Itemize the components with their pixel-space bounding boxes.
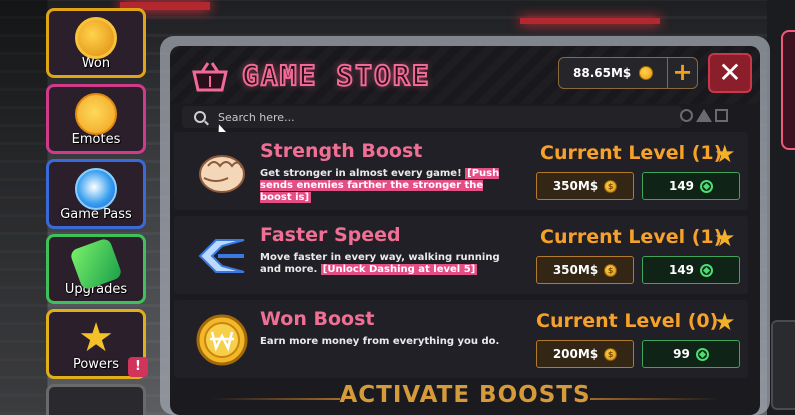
won-coin-icon xyxy=(196,314,248,366)
search-bar[interactable] xyxy=(182,106,682,128)
store-item-strength-boost: Strength Boost Get stronger in almost ev… xyxy=(174,132,748,210)
triangle-icon xyxy=(696,109,712,122)
page-title: GAME STORE xyxy=(241,58,431,93)
sidebar-item-upgrades[interactable]: Upgrades xyxy=(46,234,146,304)
circle-icon xyxy=(680,109,693,122)
robux-icon xyxy=(695,347,709,361)
star-icon: ★ xyxy=(714,308,736,336)
add-currency-button[interactable]: + xyxy=(667,58,697,88)
sidebar-item-emotes[interactable]: Emotes xyxy=(46,84,146,154)
coin-icon: $ xyxy=(604,347,618,361)
current-level: Current Level (1) xyxy=(540,226,723,248)
buy-with-coins-button[interactable]: 350M$ $ xyxy=(536,256,634,284)
buy-with-robux-button[interactable]: 149 xyxy=(642,172,740,200)
buy-with-robux-button[interactable]: 99 xyxy=(642,340,740,368)
item-name: Won Boost xyxy=(260,308,375,330)
robux-icon xyxy=(700,263,714,277)
price-value: 200M$ xyxy=(552,347,599,361)
notification-badge: ! xyxy=(128,357,148,377)
item-name: Faster Speed xyxy=(260,224,401,246)
current-level: Current Level (1) xyxy=(540,142,723,164)
store-item-won-boost: Won Boost Earn more money from everythin… xyxy=(174,300,748,378)
price-value: 149 xyxy=(668,179,695,193)
game-pass-icon xyxy=(75,168,117,210)
background-neon-beam xyxy=(520,18,660,24)
search-icon xyxy=(194,111,206,123)
price-value: 99 xyxy=(673,347,690,361)
item-description: Move faster in every way, walking runnin… xyxy=(260,252,510,276)
buy-with-coins-button[interactable]: 350M$ $ xyxy=(536,172,634,200)
robux-icon xyxy=(700,179,714,193)
search-input[interactable] xyxy=(218,110,658,124)
item-name: Strength Boost xyxy=(260,140,423,162)
item-description: Earn more money from everything you do. xyxy=(260,336,510,348)
current-level: Current Level (0) xyxy=(536,310,719,332)
store-item-faster-speed: Faster Speed Move faster in every way, w… xyxy=(174,216,748,294)
star-icon: ★ xyxy=(78,315,114,361)
square-icon xyxy=(715,109,728,122)
basket-icon xyxy=(192,62,228,92)
won-coin-icon xyxy=(75,17,117,59)
game-store-panel: GAME STORE 88.65M$ + ✕ Strength Boost Ge… xyxy=(170,46,760,415)
star-icon: ★ xyxy=(714,140,736,168)
price-value: 350M$ xyxy=(552,263,599,277)
buy-with-robux-button[interactable]: 149 xyxy=(642,256,740,284)
sidebar-item-game-pass[interactable]: Game Pass xyxy=(46,159,146,229)
side-panel-edge-lower[interactable] xyxy=(771,320,795,410)
sidebar-item-won[interactable]: Won xyxy=(46,8,146,78)
price-value: 149 xyxy=(668,263,695,277)
coin-icon xyxy=(639,66,654,80)
price-value: 350M$ xyxy=(552,179,599,193)
fist-icon xyxy=(199,155,245,193)
coin-icon: $ xyxy=(604,263,618,277)
emote-face-icon xyxy=(75,93,117,135)
buy-with-coins-button[interactable]: 200M$ $ xyxy=(536,340,634,368)
side-panel-edge[interactable] xyxy=(781,30,795,150)
item-description-text: Get stronger in almost every game! xyxy=(260,168,462,179)
sidebar-item-more[interactable] xyxy=(46,384,146,415)
balance-value: 88.65M$ xyxy=(573,66,632,80)
activate-boosts-heading[interactable]: ACTIVATE BOOSTS xyxy=(170,382,760,415)
balance-display: 88.65M$ + xyxy=(558,57,698,89)
star-icon: ★ xyxy=(714,224,736,252)
close-button[interactable]: ✕ xyxy=(708,53,752,93)
item-description-text: Earn more money from everything you do. xyxy=(260,336,500,347)
item-description: Get stronger in almost every game! [Push… xyxy=(260,168,510,204)
coin-icon: $ xyxy=(604,179,618,193)
item-description-highlight: [Unlock Dashing at level 5] xyxy=(320,264,478,275)
speed-chevron-icon xyxy=(198,239,245,273)
shapes-decoration xyxy=(680,109,728,122)
